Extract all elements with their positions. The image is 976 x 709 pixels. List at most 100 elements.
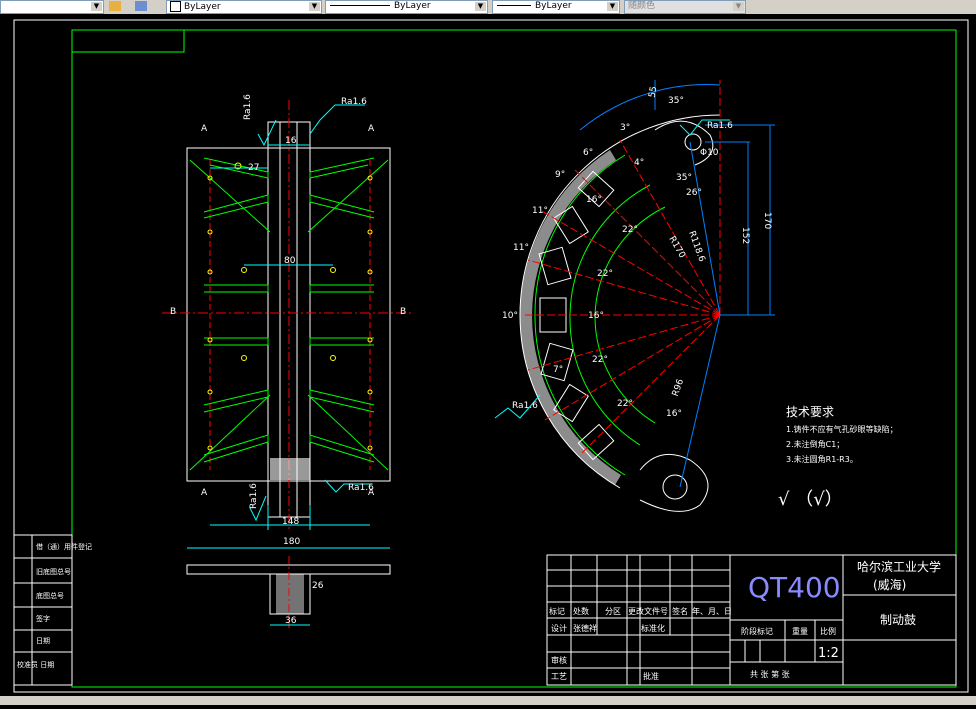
left-label: 校准员 日期 — [17, 660, 54, 669]
linetype-select[interactable]: ByLayer ▼ — [325, 0, 488, 14]
linetype-preview — [330, 5, 390, 6]
row-label: 标记 — [549, 606, 565, 616]
color-select[interactable]: ByLayer ▼ — [166, 0, 322, 14]
section-label: A — [368, 124, 375, 134]
plotstyle-select-value: 随颜色 — [628, 1, 656, 11]
drawing-canvas[interactable]: 16 27 80 148 A A B B A A Ra1.6 Ra1.6 Ra1… — [0, 14, 976, 705]
drawing-svg: 16 27 80 148 A A B B A A Ra1.6 Ra1.6 Ra1… — [13, 19, 969, 693]
top-boss — [654, 120, 714, 166]
lineweight-select[interactable]: ByLayer ▼ — [492, 0, 620, 14]
dim-angle-22b: 22° — [597, 269, 613, 279]
pivot-boss — [639, 453, 709, 512]
tech-title: 技术要求 — [786, 405, 834, 419]
lineweight-preview — [497, 5, 531, 6]
rib-arc-inner — [594, 206, 666, 316]
dim-phi10: Φ10 — [700, 148, 719, 158]
top-view: 180 36 26 — [186, 537, 391, 630]
dim-26: 26 — [312, 581, 324, 591]
row-label: 年、月、日 — [692, 606, 732, 616]
row-label: 更改文件号 — [628, 606, 668, 616]
dim-angle-22a: 22° — [622, 225, 638, 235]
row-label: 处数 — [573, 606, 589, 616]
dim-angle-11b: 11° — [513, 243, 529, 253]
dim-80: 80 — [284, 256, 296, 266]
dim-55: 55 — [648, 85, 660, 98]
pivot-hole — [662, 474, 688, 500]
dim-170: 170 — [762, 212, 772, 229]
left-label: 旧底图总号 — [36, 567, 71, 576]
roughness-label: Ra1.6 — [707, 121, 733, 131]
standard-label: 标准化 — [641, 623, 665, 633]
roughness-label: Ra1.6 — [348, 483, 374, 493]
roughness-general: √ （√） — [778, 489, 843, 510]
dim-180: 180 — [283, 537, 300, 547]
row-label: 分区 — [605, 607, 621, 616]
row-label: 签名 — [672, 606, 688, 616]
dim-angle-35: 35° — [668, 96, 684, 106]
layer-states-icon[interactable] — [109, 1, 121, 11]
dim-angle-3: 3° — [620, 123, 630, 133]
chevron-down-icon: ▼ — [607, 2, 618, 11]
dim-angle-16c: 16° — [666, 409, 682, 419]
section-label: B — [400, 307, 406, 317]
left-side-labels: 借（通）用件登记 旧底图总号 底图总号 签字 日期 校准员 日期 — [17, 542, 92, 669]
boss-hatch — [276, 574, 304, 614]
section-label: A — [201, 488, 208, 498]
properties-toolbar: ▼ ByLayer ▼ ByLayer ▼ ByLayer ▼ 随颜色 ▼ — [0, 0, 976, 15]
roughness-label: Ra1.6 — [243, 94, 253, 120]
roughness-label: Ra1.6 — [249, 483, 259, 509]
dim-angle-9: 9° — [555, 170, 565, 180]
dim-152: 152 — [740, 227, 750, 244]
dim-r96: R96 — [671, 378, 687, 398]
left-label: 签字 — [36, 614, 50, 623]
scale-value: 1:2 — [818, 646, 839, 661]
corner-box — [71, 29, 185, 53]
dim-angle-22d: 22° — [617, 399, 633, 409]
part-name: 制动鼓 — [880, 613, 916, 627]
left-label: 借（通）用件登记 — [36, 542, 92, 551]
layer-dropdown-tail[interactable]: ▼ — [0, 0, 104, 14]
craft-label: 工艺 — [551, 672, 567, 681]
audit-label: 审核 — [551, 655, 567, 665]
horizontal-scrollbar[interactable] — [0, 696, 976, 705]
campus-name: (威海) — [873, 577, 906, 592]
dim-r118: R118.6 — [686, 230, 706, 264]
tech-item: 1.铸件不应有气孔砂眼等缺陷； — [786, 424, 898, 434]
dim-angle-35b: 35° — [676, 173, 692, 183]
hatch-area — [270, 458, 310, 480]
rib-arc-lower — [569, 314, 641, 446]
color-swatch-icon — [170, 1, 181, 12]
school-name: 哈尔滨工业大学 — [857, 559, 941, 574]
designer-name: 张德祥 — [573, 623, 597, 633]
material-text: QT400 — [748, 571, 841, 604]
dim-angle-22c: 22° — [592, 355, 608, 365]
section-label: A — [201, 124, 208, 134]
roughness-label: Ra1.6 — [341, 97, 367, 107]
section-label: B — [170, 307, 176, 317]
dim-r170: R170 — [666, 235, 687, 261]
dim-angle-7: 7° — [553, 365, 563, 375]
tech-requirements: 技术要求 1.铸件不应有气孔砂眼等缺陷； 2.未注倒角C1； 3.未注圆角R1-… — [778, 405, 898, 510]
roughness-label: Ra1.6 — [512, 401, 538, 411]
dim-angle-11a: 11° — [532, 206, 548, 216]
dim-angle-6: 6° — [583, 148, 593, 158]
chevron-down-icon: ▼ — [309, 2, 320, 11]
color-select-value: ByLayer — [184, 2, 221, 12]
dim-angle-26: 26° — [686, 188, 702, 198]
bolt-holes — [207, 162, 373, 451]
lineweight-select-value: ByLayer — [535, 1, 572, 11]
dim-36: 36 — [285, 616, 297, 626]
approve-label: 批准 — [643, 671, 659, 681]
shoe-view: 55 35° 3° 6° 9° Φ10 35° 26° R118.6 R170 … — [494, 80, 775, 512]
tech-item: 2.未注倒角C1； — [786, 439, 844, 449]
plotstyle-select[interactable]: 随颜色 ▼ — [624, 0, 746, 14]
layer-previous-icon[interactable] — [135, 1, 147, 11]
lining-hatch — [520, 150, 616, 315]
tech-item: 3.未注圆角R1-R3。 — [786, 454, 858, 464]
chevron-down-icon: ▼ — [91, 2, 102, 11]
dim-16: 16 — [285, 136, 297, 146]
chevron-down-icon: ▼ — [733, 2, 744, 11]
weight-label: 重量 — [792, 626, 808, 636]
stage-label: 阶段标记 — [741, 626, 773, 636]
design-label: 设计 — [551, 623, 567, 633]
